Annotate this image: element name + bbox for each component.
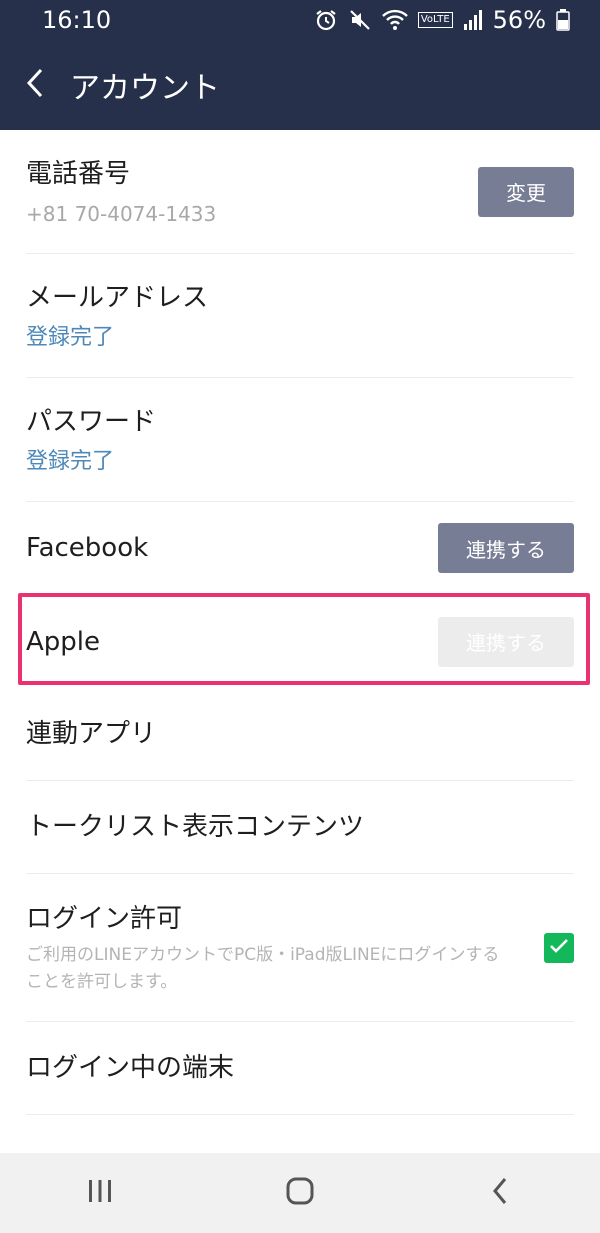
- phone-row: 電話番号 +81 70-4074-1433 変更: [26, 130, 574, 254]
- system-nav-bar: [0, 1153, 600, 1233]
- password-row[interactable]: パスワード 登録完了: [26, 378, 574, 502]
- status-time: 16:10: [42, 6, 112, 34]
- phone-number: +81 70-4074-1433: [26, 201, 217, 226]
- checkmark-icon: [549, 938, 569, 958]
- login-permission-title: ログイン許可: [26, 903, 183, 934]
- app-header: アカウント: [0, 40, 600, 130]
- battery-icon: [556, 9, 570, 31]
- email-title: メールアドレス: [26, 282, 209, 313]
- system-back-button[interactable]: [460, 1153, 540, 1233]
- login-permission-row[interactable]: ログイン許可 ご利用のLINEアカウントでPC版・iPad版LINEにログインす…: [26, 874, 574, 1022]
- login-permission-checkbox[interactable]: [544, 932, 574, 963]
- login-permission-description: ご利用のLINEアカウントでPC版・iPad版LINEにログインすることを許可し…: [26, 944, 500, 992]
- page-title: アカウント: [70, 71, 220, 106]
- mute-icon: [348, 8, 372, 32]
- logged-in-devices-row[interactable]: ログイン中の端末: [26, 1022, 574, 1115]
- recent-apps-button[interactable]: [60, 1153, 140, 1233]
- alarm-icon: [314, 8, 338, 32]
- linked-apps-title: 連動アプリ: [26, 719, 157, 749]
- facebook-title: Facebook: [26, 533, 149, 563]
- talklist-title: トークリスト表示コンテンツ: [26, 812, 365, 842]
- change-phone-button[interactable]: 変更: [478, 166, 574, 217]
- status-icons: VoLTE 56%: [314, 6, 570, 34]
- facebook-link-button[interactable]: 連携する: [438, 523, 574, 573]
- home-icon: [285, 1176, 315, 1210]
- linked-apps-row[interactable]: 連動アプリ: [26, 688, 574, 781]
- wifi-icon: [381, 9, 408, 31]
- password-status: 登録完了: [26, 448, 115, 474]
- recent-apps-icon: [86, 1178, 114, 1208]
- logged-in-devices-title: ログイン中の端末: [26, 1053, 235, 1083]
- email-status: 登録完了: [26, 324, 115, 350]
- chevron-left-icon: [25, 67, 45, 103]
- volte-icon: VoLTE: [417, 12, 453, 28]
- email-row[interactable]: メールアドレス 登録完了: [26, 254, 574, 378]
- phone-title: 電話番号: [26, 158, 131, 189]
- signal-icon: [463, 9, 483, 31]
- battery-percent: 56%: [492, 6, 546, 34]
- talklist-row[interactable]: トークリスト表示コンテンツ: [26, 781, 574, 874]
- home-button[interactable]: [260, 1153, 340, 1233]
- facebook-row: Facebook 連携する: [26, 502, 574, 595]
- apple-highlight-box: [18, 593, 590, 685]
- back-button[interactable]: [0, 40, 70, 130]
- chevron-left-icon: [490, 1177, 510, 1209]
- password-title: パスワード: [26, 406, 157, 437]
- status-bar: 16:10 VoLTE 56%: [0, 0, 600, 40]
